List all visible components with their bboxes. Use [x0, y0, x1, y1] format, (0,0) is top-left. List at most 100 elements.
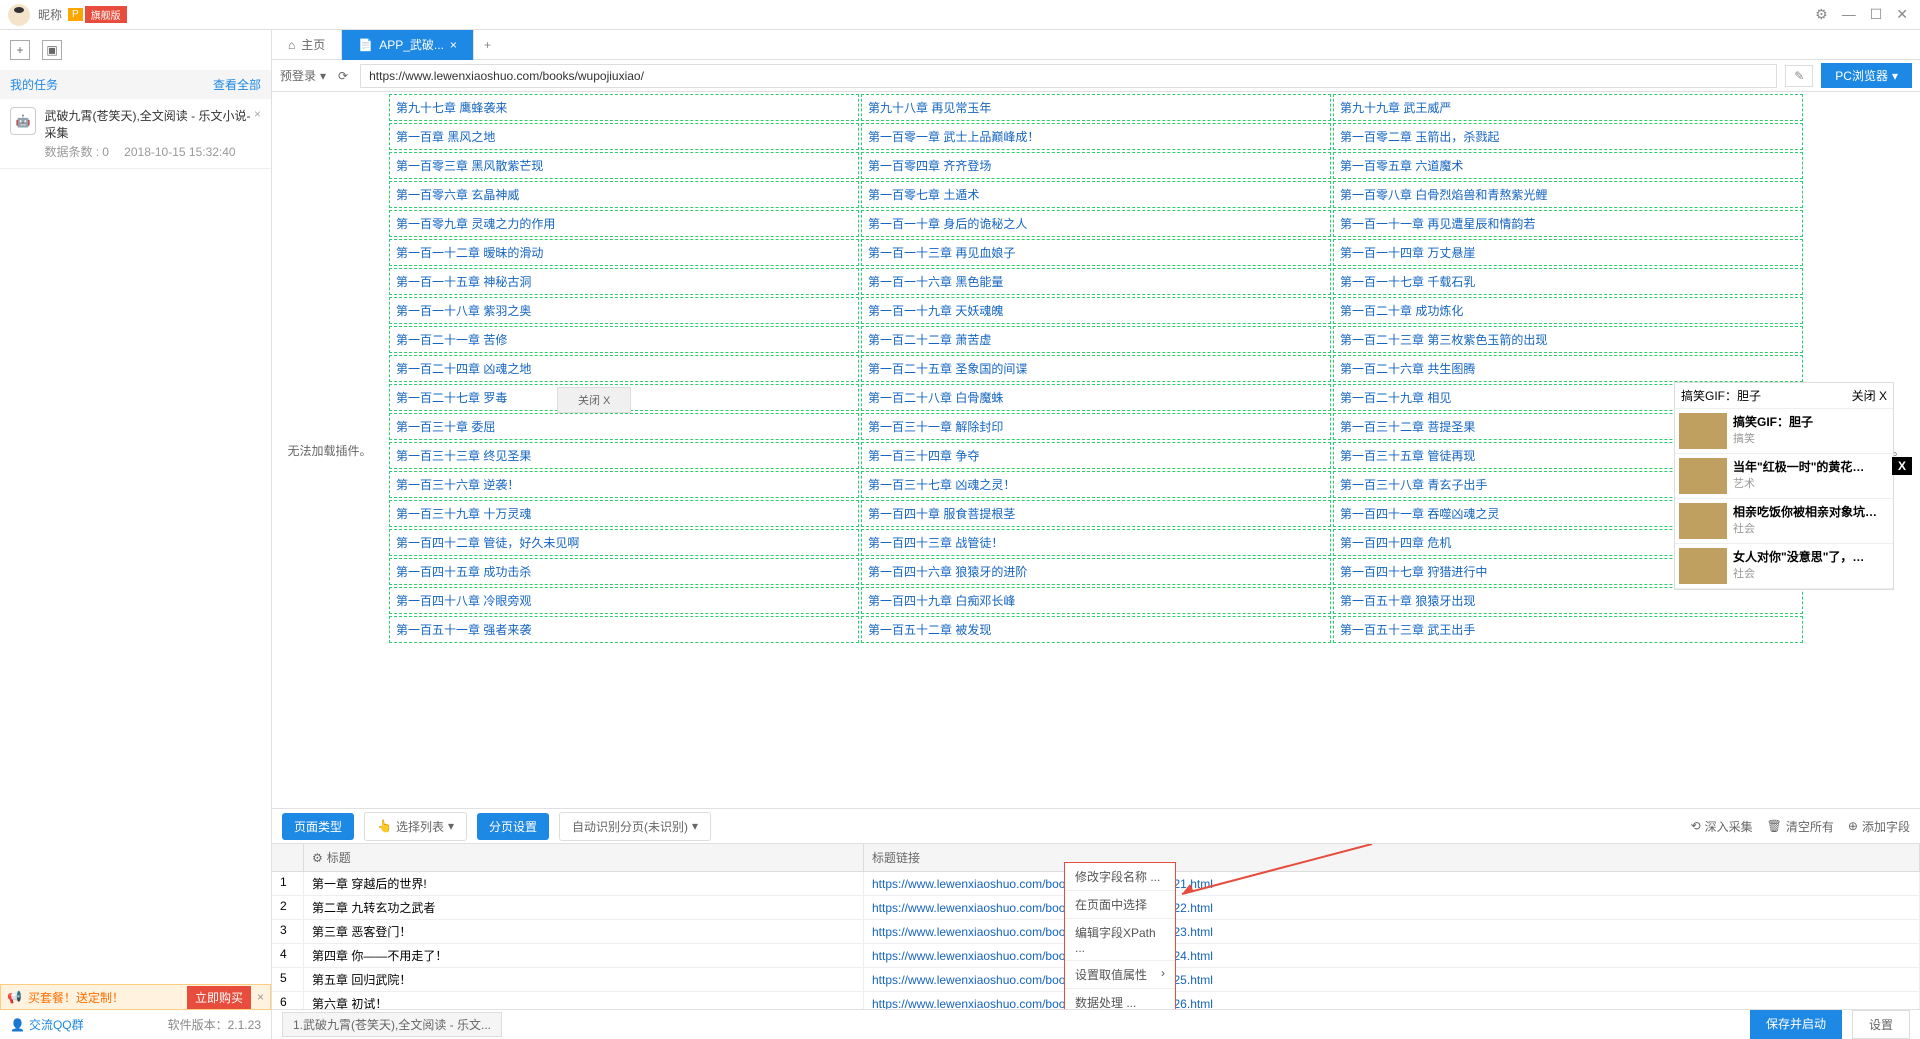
- chapter-link[interactable]: 第一百四十章 服食菩提根茎: [861, 500, 1331, 527]
- maximize-button[interactable]: ☐: [1866, 4, 1887, 25]
- qq-group-link[interactable]: 👤 交流QQ群: [10, 1016, 84, 1033]
- chapter-link[interactable]: 第一百三十六章 逆袭！: [389, 471, 859, 498]
- chapter-link[interactable]: 第一百一十九章 天妖魂魄: [861, 297, 1331, 324]
- chapter-link[interactable]: 第一百零五章 六道魔术: [1333, 152, 1803, 179]
- ctx-select[interactable]: 在页面中选择: [1065, 891, 1175, 919]
- chapter-link[interactable]: 第一百三十九章 十万灵魂: [389, 500, 859, 527]
- folder-icon[interactable]: ▣: [42, 40, 62, 60]
- chapter-link[interactable]: 第一百二十四章 凶魂之地: [389, 355, 859, 382]
- chapter-link[interactable]: 第一百二十章 成功炼化: [1333, 297, 1803, 324]
- chapter-link[interactable]: 第一百二十三章 第三枚紫色玉箭的出现: [1333, 326, 1803, 353]
- edit-button[interactable]: ✎: [1785, 65, 1813, 87]
- chapter-link[interactable]: 第一百一十七章 千载石乳: [1333, 268, 1803, 295]
- buy-now-button[interactable]: 立即购买: [187, 986, 251, 1009]
- settings-button[interactable]: 设置: [1852, 1010, 1910, 1039]
- tab-close-icon[interactable]: ×: [450, 38, 457, 52]
- chapter-link[interactable]: 第一百零四章 齐齐登场: [861, 152, 1331, 179]
- chapter-link[interactable]: 第一百三十七章 凶魂之灵！: [861, 471, 1331, 498]
- minimize-button[interactable]: —: [1838, 4, 1860, 25]
- chapter-link[interactable]: 第九十八章 再见常玉年: [861, 94, 1331, 121]
- chapter-link[interactable]: 第一百一十四章 万丈悬崖: [1333, 239, 1803, 266]
- save-run-button[interactable]: 保存并启动: [1750, 1010, 1842, 1039]
- view-all-link[interactable]: 查看全部: [213, 76, 261, 93]
- deep-collect-link[interactable]: ⟲ 深入采集: [1691, 818, 1753, 835]
- chapter-link[interactable]: 第一百一十二章 暧昧的滑动: [389, 239, 859, 266]
- ad-panel: 搞笑GIF：胆子 关闭 X 搞笑GIF：胆子搞笑当年"红极一时"的黄花…艺术相亲…: [1674, 382, 1894, 590]
- reload-icon[interactable]: ⟳: [334, 69, 352, 83]
- chapter-link[interactable]: 第一百二十二章 萧苦虚: [861, 326, 1331, 353]
- select-list-button[interactable]: 👆 选择列表 ▾: [364, 812, 467, 841]
- page-setting-button[interactable]: 分页设置: [477, 813, 549, 840]
- chapter-link[interactable]: 第一百零一章 武士上品巅峰成！: [861, 123, 1331, 150]
- close-panel-button[interactable]: 关闭 X: [557, 387, 631, 413]
- chapter-link[interactable]: 第一百三十一章 解除封印: [861, 413, 1331, 440]
- col-url[interactable]: 标题链接: [864, 844, 1920, 871]
- chapter-link[interactable]: 第一百一十一章 再见遭星辰和情韵若: [1333, 210, 1803, 237]
- ad-item[interactable]: 女人对你"没意思"了，…社会: [1675, 544, 1893, 589]
- ctx-proc[interactable]: 数据处理 ...: [1065, 989, 1175, 1009]
- auto-page-dropdown[interactable]: 自动识别分页(未识别) ▾: [559, 812, 711, 841]
- ad-item[interactable]: 相亲吃饭你被相亲对象坑…社会: [1675, 499, 1893, 544]
- chapter-link[interactable]: 第九十九章 武王威严: [1333, 94, 1803, 121]
- chapter-link[interactable]: 第一百一十五章 神秘古洞: [389, 268, 859, 295]
- pc-browser-button[interactable]: PC浏览器 ▾: [1821, 63, 1912, 88]
- chapter-link[interactable]: 第一百一十六章 黑色能量: [861, 268, 1331, 295]
- chapter-grid: 第九十七章 鹰蜂袭来第九十八章 再见常玉年第九十九章 武王威严第一百章 黑风之地…: [387, 92, 1805, 808]
- col-title[interactable]: ⚙ 标题: [304, 844, 864, 871]
- task-count-label: 数据条数 :: [44, 145, 99, 159]
- x-close-button[interactable]: X: [1892, 457, 1912, 475]
- chapter-link[interactable]: 第一百二十五章 圣象国的间谍: [861, 355, 1331, 382]
- chapter-link[interactable]: 第一百三十四章 争夺: [861, 442, 1331, 469]
- chapter-link[interactable]: 第一百零三章 黑风散紫芒现: [389, 152, 859, 179]
- ad-item[interactable]: 当年"红极一时"的黄花…艺术: [1675, 454, 1893, 499]
- chapter-link[interactable]: 第一百四十九章 白痴邓长峰: [861, 587, 1331, 614]
- ctx-xpath[interactable]: 编辑字段XPath ...: [1065, 919, 1175, 961]
- chapter-link[interactable]: 第一百五十二章 被发现: [861, 616, 1331, 643]
- add-field-link[interactable]: ⊕ 添加字段: [1848, 818, 1910, 835]
- chapter-link[interactable]: 第一百四十八章 冷眼旁观: [389, 587, 859, 614]
- file-tab[interactable]: 1.武破九霄(苍笑天),全文阅读 - 乐文...: [282, 1012, 502, 1037]
- chapter-link[interactable]: 第一百二十八章 白骨魔蛛: [861, 384, 1331, 411]
- new-task-icon[interactable]: +: [10, 40, 30, 60]
- tab-home[interactable]: ⌂ 主页: [272, 30, 342, 60]
- promo-close-icon[interactable]: ×: [251, 990, 270, 1004]
- ctx-rename[interactable]: 修改字段名称 ...: [1065, 863, 1175, 891]
- chapter-link[interactable]: 第一百一十八章 紫羽之奥: [389, 297, 859, 324]
- chapter-link[interactable]: 第一百四十五章 成功击杀: [389, 558, 859, 585]
- my-tasks-label[interactable]: 我的任务: [10, 76, 58, 93]
- chapter-link[interactable]: 第一百四十三章 战管徒！: [861, 529, 1331, 556]
- ad-close-button[interactable]: 关闭 X: [1852, 387, 1887, 404]
- close-window-button[interactable]: ✕: [1892, 4, 1912, 25]
- chapter-link[interactable]: 第一百零九章 灵魂之力的作用: [389, 210, 859, 237]
- chapter-link[interactable]: 第一百五十一章 强者来袭: [389, 616, 859, 643]
- avatar[interactable]: [8, 4, 30, 26]
- page-type-button[interactable]: 页面类型: [282, 813, 354, 840]
- ad-header: 搞笑GIF：胆子: [1681, 387, 1761, 404]
- clear-all-link[interactable]: 🗑 清空所有: [1767, 818, 1834, 835]
- chapter-link[interactable]: 第一百零六章 玄晶神威: [389, 181, 859, 208]
- chapter-link[interactable]: 第九十七章 鹰蜂袭来: [389, 94, 859, 121]
- chapter-link[interactable]: 第一百二十六章 共生图腾: [1333, 355, 1803, 382]
- chapter-link[interactable]: 第一百零二章 玉箭出，杀戮起: [1333, 123, 1803, 150]
- prelogin-dropdown[interactable]: 预登录 ▾: [280, 67, 326, 84]
- chapter-link[interactable]: 第一百四十二章 管徒，好久未见啊: [389, 529, 859, 556]
- chapter-link[interactable]: 第一百二十一章 苦修: [389, 326, 859, 353]
- url-input[interactable]: [360, 64, 1777, 88]
- tab-app[interactable]: 📄 APP_武破... ×: [342, 30, 474, 60]
- chapter-link[interactable]: 第一百一十章 身后的诡秘之人: [861, 210, 1331, 237]
- chapter-link[interactable]: 第一百章 黑风之地: [389, 123, 859, 150]
- chapter-link[interactable]: 第一百零七章 土遁术: [861, 181, 1331, 208]
- chapter-link[interactable]: 第一百一十三章 再见血娘子: [861, 239, 1331, 266]
- chapter-link[interactable]: 第一百五十三章 武王出手: [1333, 616, 1803, 643]
- settings-icon[interactable]: ⚙: [1811, 4, 1832, 25]
- task-item[interactable]: 🤖 武破九霄(苍笑天),全文阅读 - 乐文小说-采集 数据条数 : 0 2018…: [0, 99, 271, 169]
- chapter-link[interactable]: 第一百零八章 白骨烈焰兽和青熬紫光鲤: [1333, 181, 1803, 208]
- tab-add-button[interactable]: +: [474, 38, 501, 52]
- ctx-attr[interactable]: 设置取值属性›: [1065, 961, 1175, 989]
- chapter-link[interactable]: 第一百三十章 委屈: [389, 413, 859, 440]
- chapter-link[interactable]: 第一百四十六章 狼猿牙的进阶: [861, 558, 1331, 585]
- ad-item[interactable]: 搞笑GIF：胆子搞笑: [1675, 409, 1893, 454]
- chapter-link[interactable]: 第一百三十三章 终见圣果: [389, 442, 859, 469]
- task-close-icon[interactable]: ×: [254, 107, 261, 121]
- chapter-link[interactable]: 第一百五十章 狼猿牙出现: [1333, 587, 1803, 614]
